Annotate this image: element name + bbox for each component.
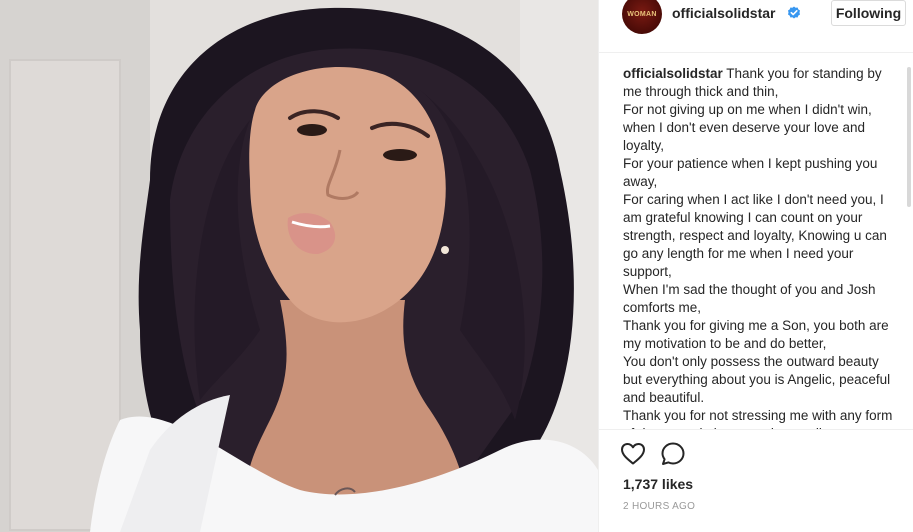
post-actions: 1,737 likes 2 HOURS AGO bbox=[599, 429, 913, 532]
caption-username[interactable]: officialsolidstar bbox=[623, 66, 723, 81]
caption: officialsolidstar Thank you for standing… bbox=[623, 65, 893, 429]
comments-area[interactable]: officialsolidstar Thank you for standing… bbox=[599, 53, 913, 429]
post-side-panel: WOMAN officialsolidstar Following offici… bbox=[598, 0, 913, 532]
scrollbar[interactable] bbox=[907, 67, 911, 207]
likes-count[interactable]: 1,737 likes bbox=[623, 476, 693, 492]
following-button[interactable]: Following bbox=[831, 0, 906, 26]
username-link[interactable]: officialsolidstar bbox=[672, 5, 775, 21]
instagram-post: WOMAN officialsolidstar Following offici… bbox=[0, 0, 913, 532]
post-timestamp[interactable]: 2 HOURS AGO bbox=[623, 501, 695, 512]
comment-bubble-icon[interactable] bbox=[659, 440, 687, 468]
caption-text: Thank you for standing by me through thi… bbox=[623, 66, 893, 429]
post-header: WOMAN officialsolidstar Following bbox=[599, 0, 913, 53]
portrait-illustration bbox=[0, 0, 598, 532]
post-photo[interactable] bbox=[0, 0, 598, 532]
avatar[interactable]: WOMAN bbox=[622, 0, 662, 34]
avatar-logo-text: WOMAN bbox=[627, 11, 657, 18]
heart-icon[interactable] bbox=[619, 440, 647, 468]
verified-badge-icon bbox=[788, 6, 800, 19]
